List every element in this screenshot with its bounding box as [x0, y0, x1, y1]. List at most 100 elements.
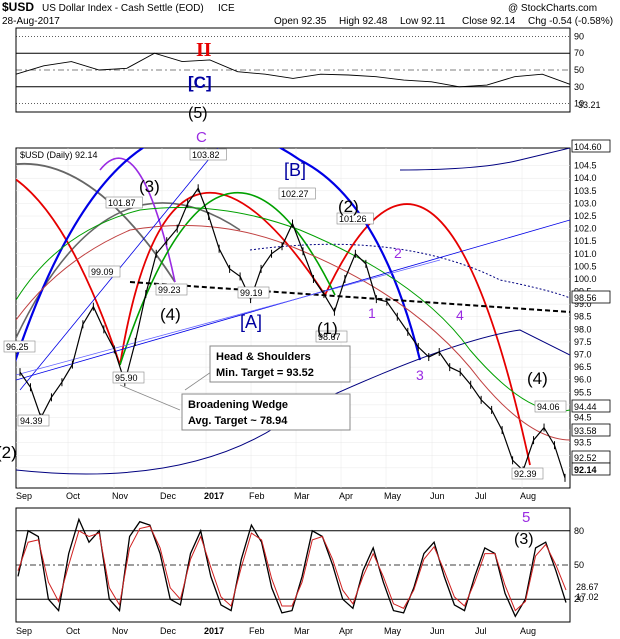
- change-label: Chg -0.54 (-0.58%): [528, 16, 613, 27]
- price-callout: 103.82: [192, 150, 220, 160]
- price-tick-label: 100.5: [574, 261, 597, 271]
- price-x-tick-label: Oct: [66, 491, 81, 501]
- price-x-tick-label: Feb: [249, 491, 265, 501]
- stoch-x-tick-label: May: [384, 626, 402, 636]
- axis-marker-label: 92.52: [574, 453, 597, 463]
- price-tick-label: 100.0: [574, 274, 597, 284]
- wave-label: 4: [456, 307, 464, 323]
- wave-c-label: C: [196, 129, 207, 146]
- exchange-label: ICE: [218, 3, 235, 14]
- price-tick-label: 98.0: [574, 324, 592, 334]
- price-tick-label: 102.0: [574, 224, 597, 234]
- price-tick-label: 103.5: [574, 186, 597, 196]
- wave-label: (4): [160, 305, 181, 324]
- rsi-tick-label: 50: [574, 65, 584, 75]
- price-callout: 96.25: [6, 342, 29, 352]
- chart-header: $USD US Dollar Index - Cash Settle (EOD)…: [2, 0, 613, 27]
- price-callout: 99.23: [158, 285, 181, 295]
- stoch-x-tick-label: Jun: [430, 626, 445, 636]
- wave-label: [B]: [284, 160, 306, 180]
- axis-marker-label: 92.14: [574, 465, 597, 475]
- hs-note-text: Min. Target = 93.52: [216, 367, 314, 379]
- price-x-tick-label: May: [384, 491, 402, 501]
- price-callout: 95.90: [115, 373, 138, 383]
- wave-label: (1): [317, 319, 338, 338]
- bw-note-title: Broadening Wedge: [188, 399, 288, 411]
- instrument-name: US Dollar Index - Cash Settle (EOD): [42, 3, 204, 14]
- stoch-x-tick-label: Dec: [160, 626, 177, 636]
- wave-3-stoch-label: (3): [514, 531, 534, 548]
- wave-5-stoch-label: 5: [522, 509, 530, 526]
- price-callout: 92.39: [514, 469, 537, 479]
- price-tick-label: 97.0: [574, 350, 592, 360]
- price-callout: 99.09: [91, 267, 114, 277]
- price-callout: 94.39: [20, 416, 43, 426]
- date-label: 28-Aug-2017: [2, 16, 60, 27]
- price-tick-label: 103.0: [574, 198, 597, 208]
- price-x-tick-label: Apr: [339, 491, 353, 501]
- wave-label: [A]: [240, 312, 262, 332]
- wave-5-label: (5): [188, 105, 208, 122]
- stoch-d-value-label: 17.02: [576, 592, 599, 602]
- price-callout: 94.06: [537, 402, 560, 412]
- price-tick-label: 97.5: [574, 337, 592, 347]
- chart-canvas: $USD US Dollar Index - Cash Settle (EOD)…: [0, 0, 613, 636]
- price-x-tick-label: Sep: [16, 491, 32, 501]
- head-shoulders-note: Head & Shoulders Min. Target = 93.52: [209, 345, 351, 383]
- stoch-x-tick-label: Mar: [294, 626, 310, 636]
- axis-marker-label: 98.56: [574, 293, 597, 303]
- price-tick-label: 104.5: [574, 161, 597, 171]
- price-tick-label: 102.5: [574, 211, 597, 221]
- wave-label: (2): [0, 443, 17, 462]
- price-tick-label: 95.5: [574, 387, 592, 397]
- stoch-tick-label: 80: [574, 526, 584, 536]
- rsi-tick-label: 90: [574, 31, 584, 41]
- hs-note-title: Head & Shoulders: [216, 351, 311, 363]
- price-tick-label: 94.5: [574, 412, 592, 422]
- stoch-tick-label: 50: [574, 560, 584, 570]
- price-callout: 101.87: [108, 198, 136, 208]
- price-tick-label: 93.5: [574, 438, 592, 448]
- stoch-x-tick-label: Jul: [475, 626, 487, 636]
- price-x-tick-label: Nov: [112, 491, 129, 501]
- wave-label: 3: [416, 367, 424, 383]
- close-label: Close 92.14: [462, 16, 516, 27]
- price-x-tick-label: Mar: [294, 491, 310, 501]
- wave-label: (3): [139, 177, 160, 196]
- wave-label: (4): [527, 369, 548, 388]
- wave-label: 2: [394, 245, 402, 261]
- stoch-x-tick-label: Nov: [112, 626, 129, 636]
- price-tick-label: 104.0: [574, 173, 597, 183]
- stoch-x-tick-label: 2017: [204, 626, 224, 636]
- high-label: High 92.48: [339, 16, 388, 27]
- axis-marker-label: 94.44: [574, 402, 597, 412]
- stochastic-panel: 805020 Sep Oct Nov Dec 2017 Feb Mar Apr May Jun Ju…: [15, 507, 599, 636]
- price-x-tick-label: Aug: [520, 491, 536, 501]
- broadening-wedge-note: Broadening Wedge Avg. Target ~ 78.94: [181, 393, 351, 431]
- stoch-x-tick-label: Oct: [66, 626, 81, 636]
- price-tick-label: 98.5: [574, 312, 592, 322]
- price-x-tick-label: Jul: [475, 491, 487, 501]
- stoch-x-tick-label: Sep: [16, 626, 32, 636]
- price-tick-label: 96.0: [574, 375, 592, 385]
- stoch-k-value-label: 28.67: [576, 582, 599, 592]
- wave-II-label: II: [196, 39, 212, 61]
- wave-label: (2): [338, 197, 359, 216]
- rsi-tick-label: 70: [574, 48, 584, 58]
- bw-note-text: Avg. Target ~ 78.94: [188, 415, 288, 427]
- price-tick-label: 96.5: [574, 362, 592, 372]
- stoch-x-tick-label: Aug: [520, 626, 536, 636]
- price-series-label: $USD (Daily) 92.14: [20, 150, 98, 160]
- price-callout: 102.27: [281, 189, 309, 199]
- rsi-panel: 9070503010 33.21 II [C] (5) C: [15, 27, 601, 146]
- price-tick-label: 101.0: [574, 249, 597, 259]
- price-x-tick-label: Jun: [430, 491, 445, 501]
- rsi-tick-label: 30: [574, 82, 584, 92]
- open-label: Open 92.35: [274, 16, 327, 27]
- wave-label: 1: [368, 305, 376, 321]
- price-x-tick-label: Dec: [160, 491, 177, 501]
- rsi-value-label: 33.21: [578, 100, 601, 110]
- price-x-tick-label: 2017: [204, 491, 224, 501]
- axis-marker-label: 104.60: [574, 142, 602, 152]
- stoch-x-tick-label: Apr: [339, 626, 353, 636]
